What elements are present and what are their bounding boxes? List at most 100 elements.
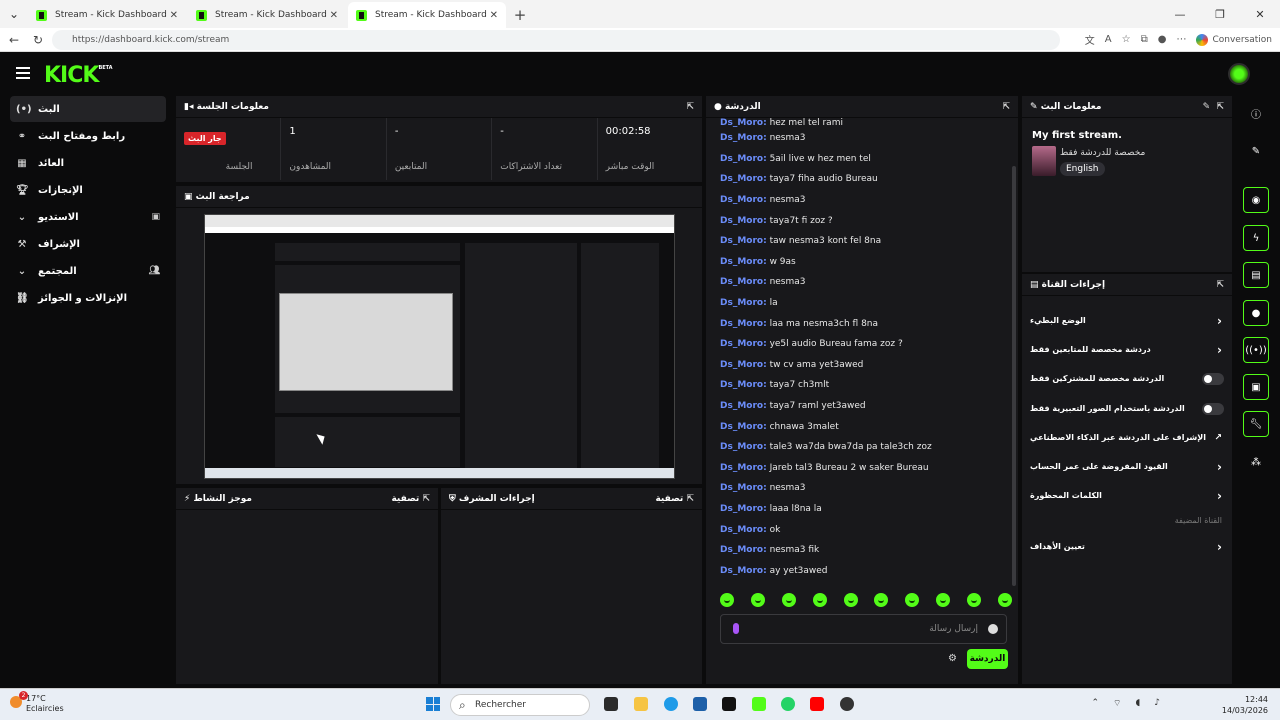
edit-icon[interactable]: ✎	[1243, 138, 1269, 164]
popout-icon[interactable]: ⇱	[686, 102, 694, 112]
microphone-icon[interactable]	[733, 623, 739, 634]
emote-icon[interactable]	[843, 593, 858, 607]
account-age-action[interactable]: القيود المفروضة على عمر الحساب ›	[1022, 452, 1232, 481]
file-explorer-icon[interactable]	[634, 697, 648, 711]
close-tab-icon[interactable]: ✕	[330, 10, 338, 21]
profile-icon[interactable]: ●	[1158, 34, 1167, 45]
chat-username[interactable]: Ds_Moro:	[720, 380, 767, 390]
more-icon[interactable]: ⋯	[1176, 34, 1186, 45]
sidebar-item-studio[interactable]: ⌄ الاستديو ▣	[10, 204, 166, 230]
chat-username[interactable]: Ds_Moro:	[720, 236, 767, 246]
maximize-icon[interactable]: ❐	[1200, 0, 1240, 28]
emote-icon[interactable]	[781, 593, 796, 607]
chat-username[interactable]: Ds_Moro:	[720, 566, 767, 576]
read-aloud-icon[interactable]: A	[1105, 34, 1112, 45]
stream-preview-icon[interactable]: ◉	[1243, 187, 1269, 213]
chat-username[interactable]: Ds_Moro:	[720, 442, 767, 452]
store-icon[interactable]	[693, 697, 707, 711]
chat-username[interactable]: Ds_Moro:	[720, 463, 767, 473]
sidebar-item-moderation[interactable]: ⚒ الإشراف	[10, 231, 166, 257]
emote-icon[interactable]	[874, 593, 889, 607]
emote-icon[interactable]	[750, 593, 765, 607]
volume-icon[interactable]: ◖	[1136, 698, 1141, 709]
chat-username[interactable]: Ds_Moro:	[720, 401, 767, 411]
banned-words-action[interactable]: الكلمات المحظورة ›	[1022, 481, 1232, 510]
chat-message-input[interactable]: إرسال رسالة	[720, 614, 1007, 644]
ai-moderation-action[interactable]: الإشراف على الدردشة عبر الذكاء الاصطناعي…	[1022, 423, 1232, 452]
broadcast-rail-icon[interactable]: ((•))	[1243, 337, 1269, 363]
minimize-icon[interactable]: —	[1160, 0, 1200, 28]
browser-tab[interactable]: Stream - Kick Dashboard ✕	[188, 2, 346, 28]
chat-settings-gear-icon[interactable]: ⚙	[948, 653, 957, 664]
chat-message-list[interactable]: Ds_Moro: hez mel tel rami Ds_Moro: nesma…	[714, 118, 1006, 588]
url-field[interactable]: https://dashboard.kick.com/stream	[52, 30, 1060, 50]
chat-username[interactable]: Ds_Moro:	[720, 319, 767, 329]
sidebar-item-drops[interactable]: ⛓ الإنزالات و الجوائز	[10, 285, 166, 311]
new-tab-button[interactable]: +	[508, 2, 532, 28]
emote-icon[interactable]	[936, 593, 951, 607]
tab-list-button[interactable]: ⌄	[0, 0, 28, 28]
copilot-conversation-button[interactable]: Conversation	[1196, 33, 1272, 46]
chat-username[interactable]: Ds_Moro:	[720, 118, 767, 128]
session-doc-icon[interactable]: ▤	[1243, 262, 1269, 288]
activity-bolt-icon[interactable]: ϟ	[1243, 225, 1269, 251]
filter-button[interactable]: تصفية	[391, 494, 419, 504]
chat-username[interactable]: Ds_Moro:	[720, 216, 767, 226]
sidebar-item-stream[interactable]: (•) البث	[10, 96, 166, 122]
chat-username[interactable]: Ds_Moro:	[720, 545, 767, 555]
mic-tray-icon[interactable]: ♪	[1154, 698, 1160, 709]
chat-username[interactable]: Ds_Moro:	[720, 195, 767, 205]
emotes-only-toggle[interactable]	[1202, 402, 1224, 415]
popout-icon[interactable]: ⇱	[686, 494, 694, 504]
edge-icon[interactable]	[664, 697, 678, 711]
weather-widget[interactable]: 2 17°C Eclaircies	[10, 691, 64, 714]
kick-app-icon[interactable]	[752, 697, 766, 711]
chat-username[interactable]: Ds_Moro:	[720, 154, 767, 164]
chat-username[interactable]: Ds_Moro:	[720, 339, 767, 349]
chat-username[interactable]: Ds_Moro:	[720, 422, 767, 432]
chat-username[interactable]: Ds_Moro:	[720, 174, 767, 184]
chat-bubble-icon[interactable]: ●	[1243, 300, 1269, 326]
chat-scrollbar[interactable]	[1012, 166, 1016, 586]
layout-icon[interactable]: ⁂	[1243, 449, 1269, 475]
chat-username[interactable]: Ds_Moro:	[720, 483, 767, 493]
sidebar-item-community[interactable]: ⌄ المجتمع 👥︎	[10, 258, 166, 284]
emote-icon[interactable]	[967, 593, 981, 607]
popout-icon[interactable]: ⇱	[422, 494, 430, 504]
reload-icon[interactable]: ↻	[26, 33, 50, 47]
close-tab-icon[interactable]: ✕	[170, 10, 178, 21]
chat-username[interactable]: Ds_Moro:	[720, 360, 767, 370]
sidebar-item-stream-key[interactable]: ⚭ رابط ومفتاح البث	[10, 123, 166, 149]
popout-icon[interactable]: ⇱	[1216, 280, 1224, 290]
taskbar-search[interactable]: Rechercher	[450, 694, 590, 716]
browser-tab[interactable]: Stream - Kick Dashboard ✕	[28, 2, 186, 28]
browser-tab-active[interactable]: Stream - Kick Dashboard ✕	[348, 2, 506, 28]
tray-chevron-icon[interactable]: ⌃	[1091, 698, 1099, 709]
emote-icon[interactable]	[720, 593, 734, 607]
sidebar-item-revenue[interactable]: ▦ العائد	[10, 150, 166, 176]
close-tab-icon[interactable]: ✕	[490, 10, 498, 21]
windows-start-icon[interactable]	[426, 697, 440, 711]
kick-logo[interactable]: KICKBETA	[44, 63, 113, 88]
wrench-icon[interactable]: 🔧︎	[1243, 411, 1269, 437]
chat-username[interactable]: Ds_Moro:	[720, 277, 767, 287]
translate-icon[interactable]: 文	[1085, 32, 1095, 47]
emote-icon[interactable]	[997, 593, 1012, 607]
stream-preview-video[interactable]	[204, 214, 675, 479]
emoji-picker-icon[interactable]	[988, 624, 998, 634]
obs-icon[interactable]	[840, 697, 854, 711]
subscribers-only-toggle[interactable]	[1202, 372, 1224, 385]
network-icon[interactable]: ⌔	[1113, 698, 1121, 709]
pencil-icon[interactable]: ✎	[1203, 102, 1211, 112]
task-view-icon[interactable]	[604, 697, 618, 711]
youtube-icon[interactable]	[810, 697, 824, 711]
close-window-icon[interactable]: ✕	[1240, 0, 1280, 28]
emote-icon[interactable]	[812, 593, 827, 607]
set-goals-action[interactable]: تعيين الأهداف ›	[1022, 532, 1232, 561]
back-icon[interactable]: ←	[2, 33, 26, 47]
extensions-icon[interactable]: ⧉	[1141, 34, 1148, 45]
chat-username[interactable]: Ds_Moro:	[720, 133, 767, 143]
chat-username[interactable]: Ds_Moro:	[720, 504, 767, 514]
whatsapp-icon[interactable]	[781, 697, 795, 711]
chat-username[interactable]: Ds_Moro:	[720, 525, 767, 535]
